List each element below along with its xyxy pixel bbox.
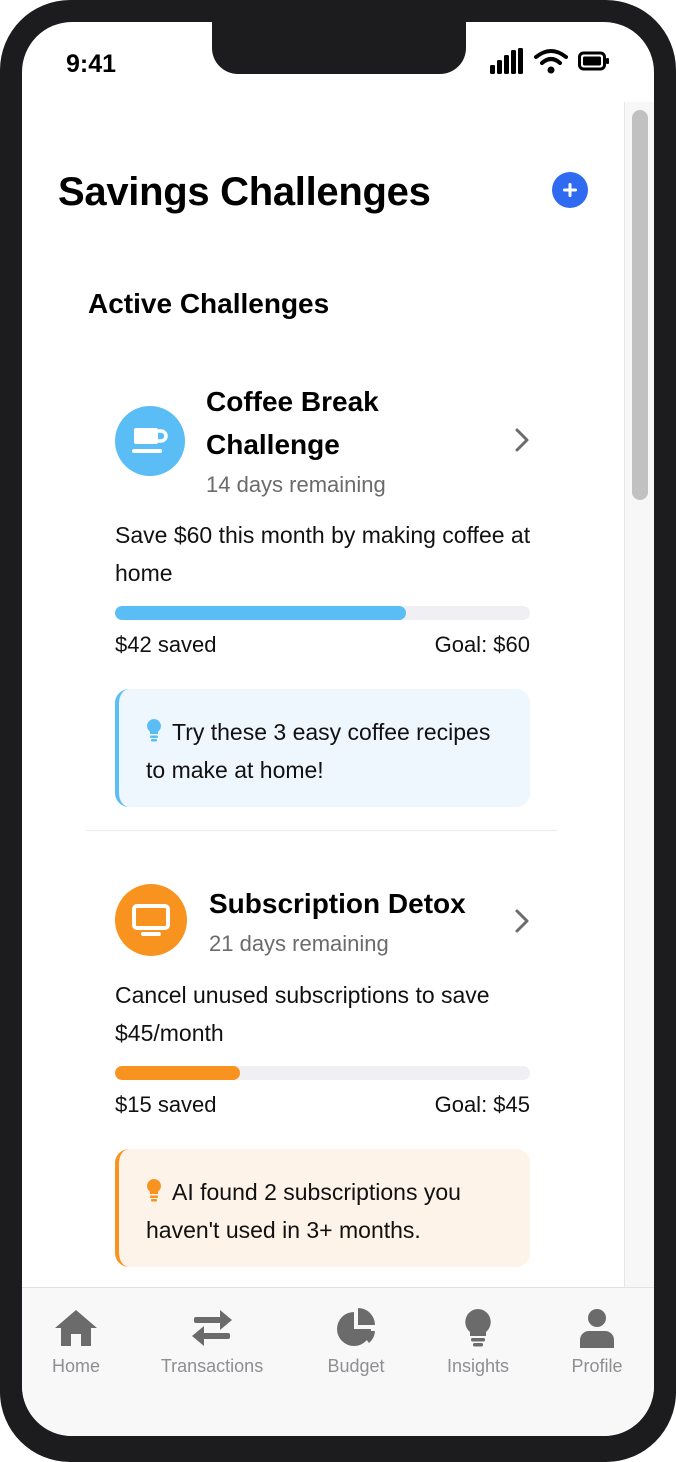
lightbulb-icon [147,719,161,742]
challenge-tip[interactable]: Try these 3 easy coffee recipes to make … [115,689,530,807]
challenge-description: Cancel unused subscriptions to save $45/… [115,982,490,1046]
tab-insights[interactable]: Insights [440,1308,516,1377]
transfer-arrows-icon [192,1310,232,1346]
coffee-cup-icon [115,406,185,476]
tab-budget[interactable]: Budget [318,1308,394,1377]
screen: 9:41 Savings Challenges Active Challenge… [22,22,654,1436]
challenge-title-line2: Challenge [206,429,340,460]
chevron-right-icon[interactable] [514,427,530,453]
challenge-progress-fill [115,1066,240,1080]
lightbulb-icon [147,1179,161,1202]
person-icon [580,1309,614,1348]
challenge-saved: $42 saved [115,632,217,657]
challenge-tip-text: AI found 2 subscriptions you haven't use… [146,1179,461,1243]
status-icons [490,48,610,74]
chevron-right-icon[interactable] [514,908,530,934]
tab-label: Transactions [160,1356,264,1376]
tab-label: Home [51,1356,100,1376]
tab-label: Insights [446,1356,510,1376]
challenge-progress-fill [115,606,406,620]
lightbulb-icon [465,1309,491,1347]
challenge-card-subscription[interactable]: Subscription Detox 21 days remaining Can… [86,862,558,1287]
challenge-progress-bar [115,1066,530,1080]
tab-home[interactable]: Home [43,1308,109,1377]
challenge-progress-bar [115,606,530,620]
signal-icon [490,48,523,74]
challenge-tip[interactable]: AI found 2 subscriptions you haven't use… [115,1149,530,1267]
pie-chart-icon [337,1308,375,1346]
tab-bar: Home Transactions Budget Insights Profil… [22,1287,654,1436]
challenge-remaining: 14 days remaining [206,472,386,497]
section-title: Active Challenges [88,288,330,319]
add-challenge-button[interactable] [552,172,588,208]
monitor-icon [115,884,187,956]
challenge-amount-row: $15 saved Goal: $45 [115,1092,530,1118]
wifi-icon [534,49,568,74]
plus-icon [563,183,577,197]
challenge-title: Subscription Detox [209,888,466,919]
challenge-card-coffee[interactable]: Coffee Break Challenge 14 days remaining… [86,364,558,814]
battery-icon [578,51,609,71]
tab-label: Profile [571,1356,623,1376]
tab-profile[interactable]: Profile [562,1308,632,1377]
challenge-saved: $15 saved [115,1092,217,1117]
tab-transactions[interactable]: Transactions [152,1308,272,1377]
challenge-tip-text: Try these 3 easy coffee recipes to make … [146,719,491,783]
challenge-amount-row: $42 saved Goal: $60 [115,632,530,658]
scrollbar[interactable] [624,102,654,1287]
challenge-title-line1: Coffee Break [206,386,379,417]
home-icon [55,1310,97,1346]
tab-label: Budget [327,1356,385,1376]
challenge-goal: Goal: $60 [434,632,530,657]
challenge-remaining: 21 days remaining [209,931,389,956]
challenge-goal: Goal: $45 [434,1092,530,1117]
device-frame: 9:41 Savings Challenges Active Challenge… [0,0,676,1462]
status-time: 9:41 [66,50,117,78]
notch [212,22,466,74]
scroll-content[interactable]: Savings Challenges Active Challenges Cof… [22,102,654,1287]
scrollbar-thumb[interactable] [632,110,648,500]
challenge-description: Save $60 this month by making coffee at … [115,522,531,586]
card-divider [86,830,558,831]
page-title: Savings Challenges [58,170,431,214]
